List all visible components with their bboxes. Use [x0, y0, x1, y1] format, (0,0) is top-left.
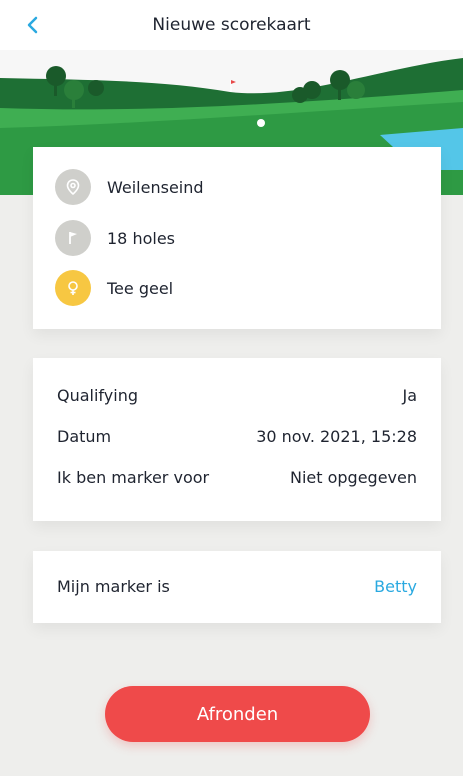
- holes-row: 18 holes: [55, 220, 175, 256]
- tee-female-icon: [55, 270, 91, 306]
- marker-for-value: Niet opgegeven: [289, 468, 417, 487]
- finish-button[interactable]: Afronden: [105, 686, 370, 742]
- carousel-indicator: [257, 119, 265, 127]
- tee-label: Tee geel: [107, 278, 174, 298]
- my-marker-value[interactable]: Betty: [374, 577, 417, 596]
- my-marker-card: Mijn marker is Betty: [33, 551, 441, 623]
- marker-for-row[interactable]: Ik ben marker voor Niet opgegeven: [57, 468, 417, 487]
- my-marker-label: Mijn marker is: [57, 577, 170, 596]
- date-value: 30 nov. 2021, 15:28: [256, 427, 417, 446]
- flag-icon: [55, 220, 91, 256]
- course-name: Weilenseind: [107, 177, 204, 197]
- tee-row: Tee geel: [55, 270, 173, 306]
- my-marker-row[interactable]: Mijn marker is Betty: [57, 577, 417, 596]
- qualifying-label: Qualifying: [57, 386, 138, 405]
- header-bar: Nieuwe scorekaart: [0, 0, 463, 50]
- course-info-card: Weilenseind 18 holes Tee geel: [33, 147, 441, 329]
- qualifying-row[interactable]: Qualifying Ja: [57, 386, 417, 405]
- qualifying-value: Ja: [402, 386, 417, 405]
- back-button[interactable]: [18, 10, 48, 40]
- date-row[interactable]: Datum 30 nov. 2021, 15:28: [57, 427, 417, 446]
- date-label: Datum: [57, 427, 112, 446]
- page-title: Nieuwe scorekaart: [152, 15, 311, 35]
- map-pin-icon: [55, 169, 91, 205]
- location-row: Weilenseind: [55, 169, 204, 205]
- holes-count: 18 holes: [107, 228, 175, 248]
- round-details-card: Qualifying Ja Datum 30 nov. 2021, 15:28 …: [33, 358, 441, 521]
- chevron-left-icon: [27, 16, 38, 34]
- marker-for-label: Ik ben marker voor: [57, 468, 210, 487]
